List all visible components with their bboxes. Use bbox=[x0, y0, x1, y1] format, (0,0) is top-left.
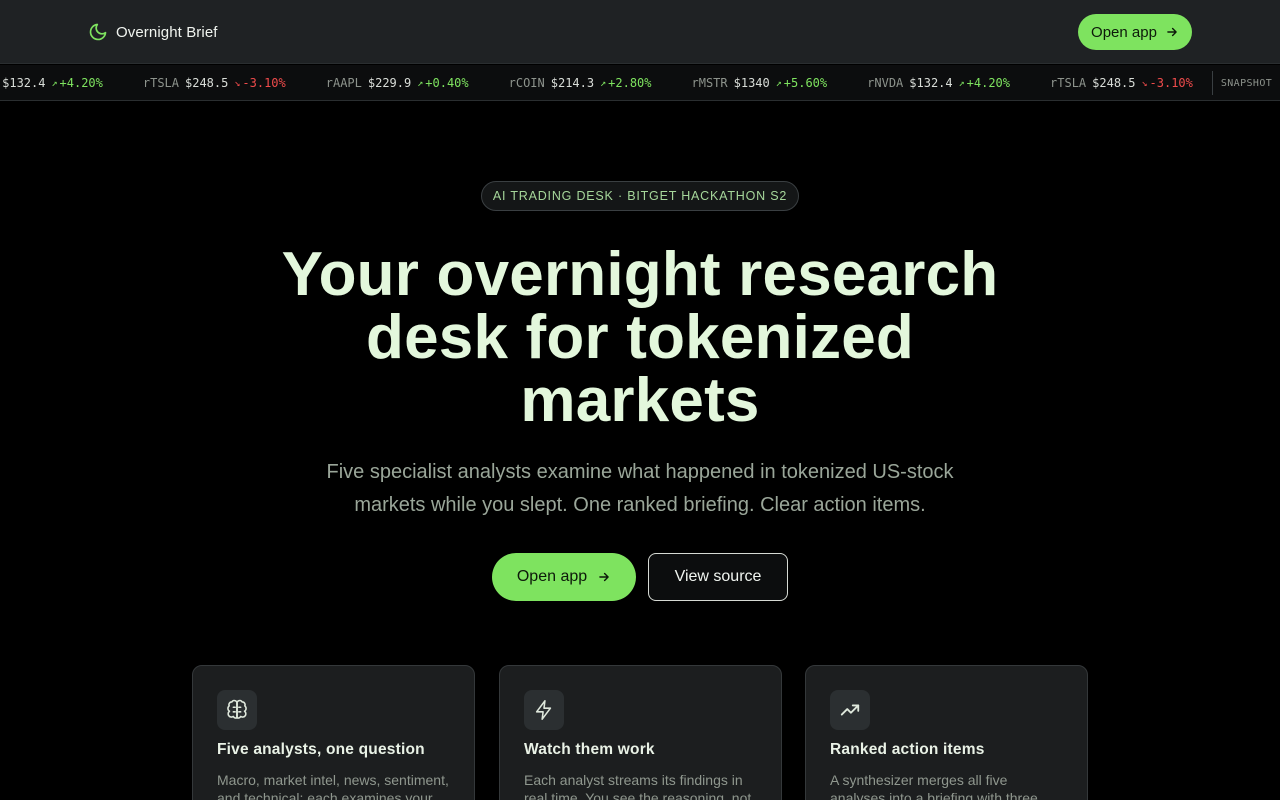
ticker-item: rTSLA $248.5 ↘ -3.10% bbox=[1050, 76, 1193, 90]
trend-up-icon: ↗ bbox=[958, 77, 965, 89]
feature-card: Five analysts, one question Macro, marke… bbox=[192, 665, 475, 800]
brand-name: Overnight Brief bbox=[116, 23, 218, 41]
header-open-app-button[interactable]: Open app bbox=[1078, 14, 1192, 50]
view-source-button[interactable]: View source bbox=[648, 553, 788, 601]
feature-icon-box bbox=[217, 690, 257, 730]
ticker-price: $214.3 bbox=[550, 76, 595, 90]
ticker-symbol: rTSLA bbox=[142, 76, 179, 90]
ticker-symbol: rNVDA bbox=[867, 76, 904, 90]
ticker-item: rNVDA$132.4↗+4.20% bbox=[0, 76, 103, 90]
ticker-symbol: rMSTR bbox=[691, 76, 728, 90]
ticker-price: $229.9 bbox=[367, 76, 412, 90]
arrow-right-icon bbox=[599, 572, 609, 582]
ticker-track: rNVDA$132.4↗+4.20%rTSLA$248.5↘-3.10%rAAP… bbox=[0, 65, 1233, 100]
feature-description: Macro, market intel, news, sentiment, an… bbox=[217, 772, 449, 800]
hero-title-line: Your overnight research bbox=[281, 240, 999, 309]
arrow-right-icon bbox=[1167, 27, 1177, 37]
top-nav: Overnight Brief Open app bbox=[0, 0, 1280, 64]
ticker-change: +4.20% bbox=[59, 76, 103, 90]
trend-down-icon: ↘ bbox=[234, 77, 241, 89]
hero-title-line: desk for tokenized bbox=[366, 303, 914, 372]
ticker-price: $1340 bbox=[733, 76, 770, 90]
hero-subtitle-line: markets while you slept. One ranked brie… bbox=[354, 494, 926, 516]
ticker-change: +5.60% bbox=[783, 76, 828, 90]
ticker-item: rMSTR $1340 ↗ +5.60% bbox=[692, 76, 828, 90]
ticker-symbol: rAAPL bbox=[325, 76, 362, 90]
ticker-change: -3.10% bbox=[1149, 76, 1193, 90]
ticker-price: $132.4 bbox=[2, 76, 46, 90]
brand-logo[interactable]: Overnight Brief bbox=[88, 20, 218, 44]
hero-title: Your overnight research desk for tokeniz… bbox=[240, 243, 1040, 432]
trending-up-icon bbox=[840, 704, 860, 716]
ticker-change: +2.80% bbox=[608, 76, 652, 90]
open-app-label: Open app bbox=[516, 568, 588, 585]
zap-icon bbox=[535, 700, 552, 720]
ticker-item: rCOIN $214.3 ↗ +2.80% bbox=[509, 76, 652, 90]
hero-title-line: markets bbox=[520, 366, 760, 435]
feature-icon-box bbox=[524, 690, 564, 730]
hero-subtitle-line: Five specialist analysts examine what ha… bbox=[326, 461, 954, 483]
hero-badge: AI TRADING DESK · BITGET HACKATHON S2 bbox=[481, 181, 799, 211]
ticker-item: rAAPL $229.9 ↗ +0.40% bbox=[326, 76, 469, 90]
ticker-change: -3.10% bbox=[242, 76, 286, 90]
ticker-item: rNVDA $132.4 ↗+4.20% bbox=[867, 76, 1010, 90]
ticker-change: +4.20% bbox=[966, 76, 1011, 90]
ticker-change: +0.40% bbox=[425, 76, 469, 90]
trend-down-icon: ↘ bbox=[1141, 77, 1148, 89]
trend-up-icon: ↗ bbox=[417, 77, 424, 89]
ticker-symbol: rTSLA bbox=[1050, 76, 1087, 90]
open-app-button[interactable]: Open app bbox=[492, 553, 636, 601]
price-ticker: rNVDA$132.4↗+4.20%rTSLA$248.5↘-3.10%rAAP… bbox=[0, 65, 1280, 101]
header-open-app-label: Open app bbox=[1091, 23, 1157, 41]
feature-title: Ranked action items bbox=[830, 741, 985, 758]
feature-title: Watch them work bbox=[524, 741, 655, 758]
moon-icon bbox=[89, 23, 107, 41]
view-source-label: View source bbox=[674, 568, 762, 585]
trend-up-icon: ↗ bbox=[600, 77, 607, 89]
feature-title: Five analysts, one question bbox=[217, 741, 425, 758]
ticker-price: $248.5 bbox=[185, 76, 229, 90]
feature-description: Each analyst streams its findings in rea… bbox=[524, 772, 752, 800]
ticker-symbol: rCOIN bbox=[508, 76, 545, 90]
feature-card: Ranked action items A synthesizer merges… bbox=[805, 665, 1088, 800]
feature-icon-box bbox=[830, 690, 870, 730]
ticker-price: $132.4 bbox=[909, 76, 953, 90]
feature-card: Watch them work Each analyst streams its… bbox=[499, 665, 782, 800]
ticker-item: rTSLA $248.5 ↘ -3.10% bbox=[143, 76, 286, 90]
trend-up-icon: ↗ bbox=[51, 77, 58, 89]
snapshot-label: SNAPSHOT bbox=[1212, 71, 1280, 95]
feature-description: A synthesizer merges all five analyses i… bbox=[830, 772, 1038, 800]
trend-up-icon: ↗ bbox=[775, 77, 782, 89]
ticker-price: $248.5 bbox=[1092, 76, 1136, 90]
brain-icon bbox=[227, 699, 247, 719]
hero-subtitle: Five specialist analysts examine what ha… bbox=[290, 456, 990, 522]
